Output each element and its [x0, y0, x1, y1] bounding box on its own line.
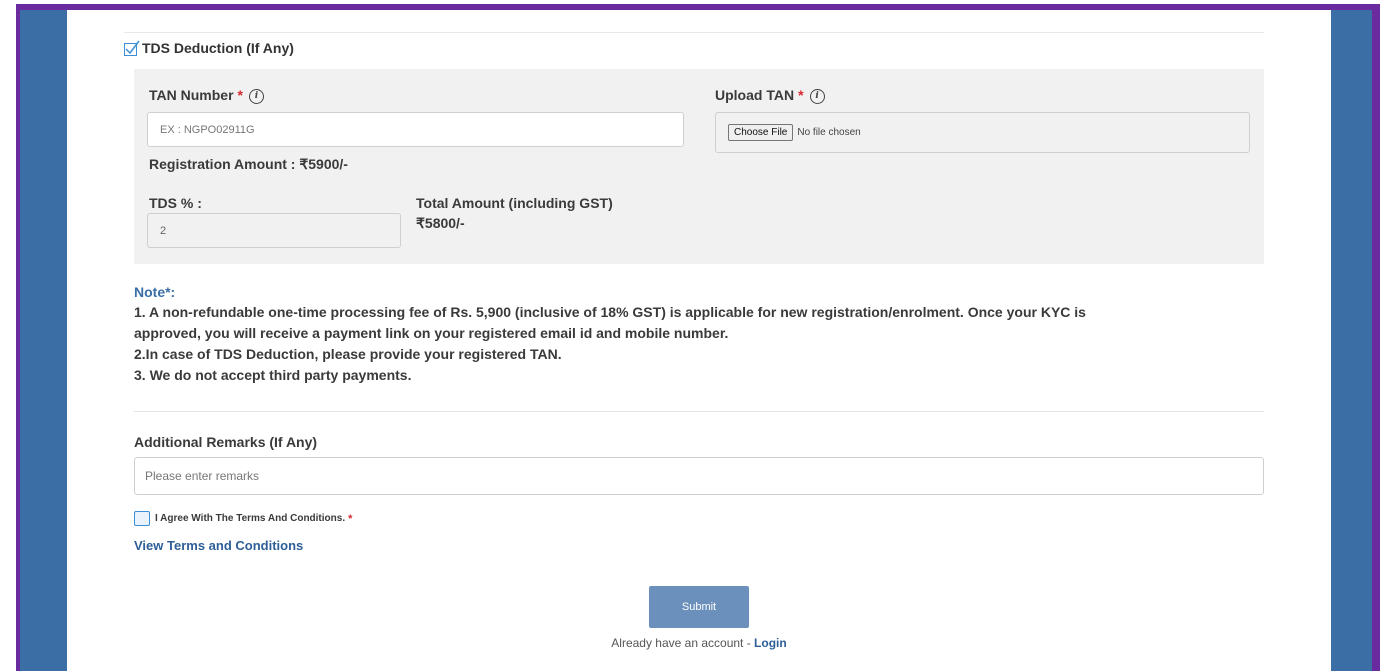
tan-number-label: TAN Number * i: [149, 87, 264, 104]
tds-percent-label: TDS % :: [149, 195, 202, 211]
submit-button[interactable]: Submit: [649, 586, 749, 628]
agree-terms-row[interactable]: I Agree With The Terms And Conditions. *: [134, 511, 352, 526]
form-card: TDS Deduction (If Any) TAN Number*i Uplo…: [67, 10, 1331, 671]
tan-number-label-text: TAN Number: [149, 87, 234, 103]
info-icon[interactable]: i: [809, 88, 825, 104]
info-icon[interactable]: i: [248, 88, 264, 104]
tds-deduction-toggle[interactable]: TDS Deduction (If Any): [124, 40, 294, 56]
registration-amount: Registration Amount : ₹5900/-: [149, 156, 348, 172]
upload-tan-label-text: Upload TAN: [715, 87, 795, 103]
agree-terms-checkbox[interactable]: [134, 511, 150, 526]
note-line-3: 2.In case of TDS Deduction, please provi…: [134, 346, 562, 362]
total-amount-value: ₹5800/-: [416, 215, 465, 231]
login-prompt-text: Already have an account -: [611, 636, 755, 650]
required-mark: *: [237, 87, 243, 103]
remarks-input[interactable]: [134, 457, 1264, 495]
login-link[interactable]: Login: [754, 636, 787, 650]
required-mark: *: [798, 87, 804, 103]
checkmark-icon: [124, 40, 140, 56]
note-title: Note*:: [134, 284, 176, 300]
top-divider: [124, 32, 1264, 33]
tds-panel: TAN Number*i Upload TAN*i Choose File No…: [134, 69, 1264, 264]
note-line-1: 1. A non-refundable one-time processing …: [134, 304, 1086, 320]
upload-tan-label: Upload TAN * i: [715, 87, 825, 104]
note-line-4: 3. We do not accept third party payments…: [134, 367, 412, 383]
login-prompt: Already have an account - Login: [67, 636, 1331, 650]
total-amount-label: Total Amount (including GST): [416, 195, 613, 211]
view-terms-link[interactable]: View Terms and Conditions: [134, 538, 303, 553]
choose-file-button[interactable]: Choose File: [728, 124, 794, 141]
agree-terms-label: I Agree With The Terms And Conditions.: [155, 513, 346, 524]
tan-number-input[interactable]: [147, 112, 684, 147]
tds-deduction-label: TDS Deduction (If Any): [142, 40, 294, 56]
required-mark: *: [348, 512, 353, 525]
tds-percent-input: [147, 213, 401, 248]
note-line-2: approved, you will receive a payment lin…: [134, 325, 729, 341]
file-status: No file chosen: [797, 127, 861, 138]
upload-tan-field[interactable]: Choose File No file chosen: [715, 112, 1250, 153]
remarks-label: Additional Remarks (If Any): [134, 434, 318, 450]
section-divider: [134, 411, 1264, 412]
